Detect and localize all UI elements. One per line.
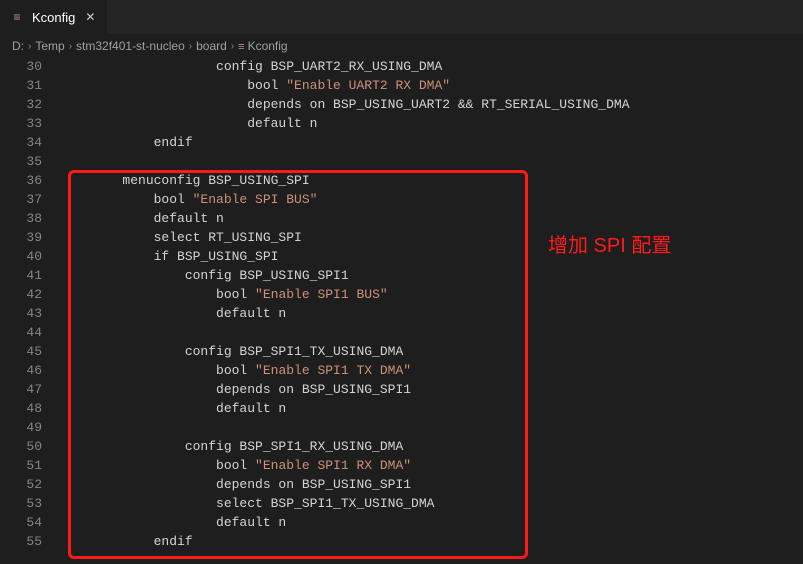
code-line[interactable]: default n bbox=[60, 399, 803, 418]
code-line[interactable]: bool "Enable SPI BUS" bbox=[60, 190, 803, 209]
line-number: 41 bbox=[0, 266, 42, 285]
chevron-right-icon: › bbox=[189, 41, 192, 52]
tab-kconfig[interactable]: ≡ Kconfig ✕ bbox=[0, 0, 108, 34]
chevron-right-icon: › bbox=[231, 41, 234, 52]
line-number: 33 bbox=[0, 114, 42, 133]
code-line[interactable]: depends on BSP_USING_SPI1 bbox=[60, 380, 803, 399]
line-number: 43 bbox=[0, 304, 42, 323]
line-number: 37 bbox=[0, 190, 42, 209]
chevron-right-icon: › bbox=[69, 41, 72, 52]
code-line[interactable]: menuconfig BSP_USING_SPI bbox=[60, 171, 803, 190]
line-number: 47 bbox=[0, 380, 42, 399]
code-line[interactable]: config BSP_USING_SPI1 bbox=[60, 266, 803, 285]
code-line[interactable]: default n bbox=[60, 209, 803, 228]
code-line[interactable]: depends on BSP_USING_UART2 && RT_SERIAL_… bbox=[60, 95, 803, 114]
line-number: 45 bbox=[0, 342, 42, 361]
line-number: 51 bbox=[0, 456, 42, 475]
line-number: 53 bbox=[0, 494, 42, 513]
line-number: 50 bbox=[0, 437, 42, 456]
code-line[interactable]: config BSP_SPI1_TX_USING_DMA bbox=[60, 342, 803, 361]
breadcrumb-item[interactable]: ≡ Kconfig bbox=[238, 39, 287, 53]
breadcrumb-item[interactable]: board bbox=[196, 39, 227, 53]
code-line[interactable]: bool "Enable SPI1 TX DMA" bbox=[60, 361, 803, 380]
line-number: 30 bbox=[0, 57, 42, 76]
file-icon: ≡ bbox=[238, 41, 244, 53]
line-number: 42 bbox=[0, 285, 42, 304]
line-number: 38 bbox=[0, 209, 42, 228]
tab-title: Kconfig bbox=[32, 10, 75, 25]
line-number: 40 bbox=[0, 247, 42, 266]
code-content[interactable]: config BSP_UART2_RX_USING_DMA bool "Enab… bbox=[60, 57, 803, 551]
code-line[interactable]: if BSP_USING_SPI bbox=[60, 247, 803, 266]
code-editor[interactable]: 3031323334353637383940414243444546474849… bbox=[0, 57, 803, 551]
code-line[interactable]: depends on BSP_USING_SPI1 bbox=[60, 475, 803, 494]
line-number-gutter: 3031323334353637383940414243444546474849… bbox=[0, 57, 60, 551]
code-line[interactable] bbox=[60, 418, 803, 437]
file-icon: ≡ bbox=[10, 10, 24, 24]
code-line[interactable] bbox=[60, 152, 803, 171]
code-line[interactable]: bool "Enable UART2 RX DMA" bbox=[60, 76, 803, 95]
line-number: 55 bbox=[0, 532, 42, 551]
line-number: 36 bbox=[0, 171, 42, 190]
code-line[interactable]: config BSP_UART2_RX_USING_DMA bbox=[60, 57, 803, 76]
line-number: 39 bbox=[0, 228, 42, 247]
code-line[interactable] bbox=[60, 323, 803, 342]
breadcrumb-file-label: Kconfig bbox=[248, 39, 288, 53]
line-number: 31 bbox=[0, 76, 42, 95]
chevron-right-icon: › bbox=[28, 41, 31, 52]
code-line[interactable]: bool "Enable SPI1 BUS" bbox=[60, 285, 803, 304]
line-number: 44 bbox=[0, 323, 42, 342]
code-line[interactable]: select RT_USING_SPI bbox=[60, 228, 803, 247]
code-line[interactable]: default n bbox=[60, 513, 803, 532]
code-line[interactable]: select BSP_SPI1_TX_USING_DMA bbox=[60, 494, 803, 513]
breadcrumb-item[interactable]: D: bbox=[12, 39, 24, 53]
code-line[interactable]: config BSP_SPI1_RX_USING_DMA bbox=[60, 437, 803, 456]
tab-bar: ≡ Kconfig ✕ bbox=[0, 0, 803, 35]
annotation-label: 增加 SPI 配置 bbox=[548, 237, 671, 256]
line-number: 32 bbox=[0, 95, 42, 114]
breadcrumb-item[interactable]: stm32f401-st-nucleo bbox=[76, 39, 185, 53]
line-number: 46 bbox=[0, 361, 42, 380]
line-number: 54 bbox=[0, 513, 42, 532]
line-number: 48 bbox=[0, 399, 42, 418]
line-number: 34 bbox=[0, 133, 42, 152]
code-line[interactable]: endif bbox=[60, 133, 803, 152]
close-icon[interactable]: ✕ bbox=[83, 10, 97, 24]
code-line[interactable]: default n bbox=[60, 304, 803, 323]
breadcrumb: D: › Temp › stm32f401-st-nucleo › board … bbox=[0, 35, 803, 57]
code-line[interactable]: bool "Enable SPI1 RX DMA" bbox=[60, 456, 803, 475]
code-line[interactable]: default n bbox=[60, 114, 803, 133]
breadcrumb-item[interactable]: Temp bbox=[35, 39, 64, 53]
line-number: 49 bbox=[0, 418, 42, 437]
line-number: 52 bbox=[0, 475, 42, 494]
line-number: 35 bbox=[0, 152, 42, 171]
code-line[interactable]: endif bbox=[60, 532, 803, 551]
